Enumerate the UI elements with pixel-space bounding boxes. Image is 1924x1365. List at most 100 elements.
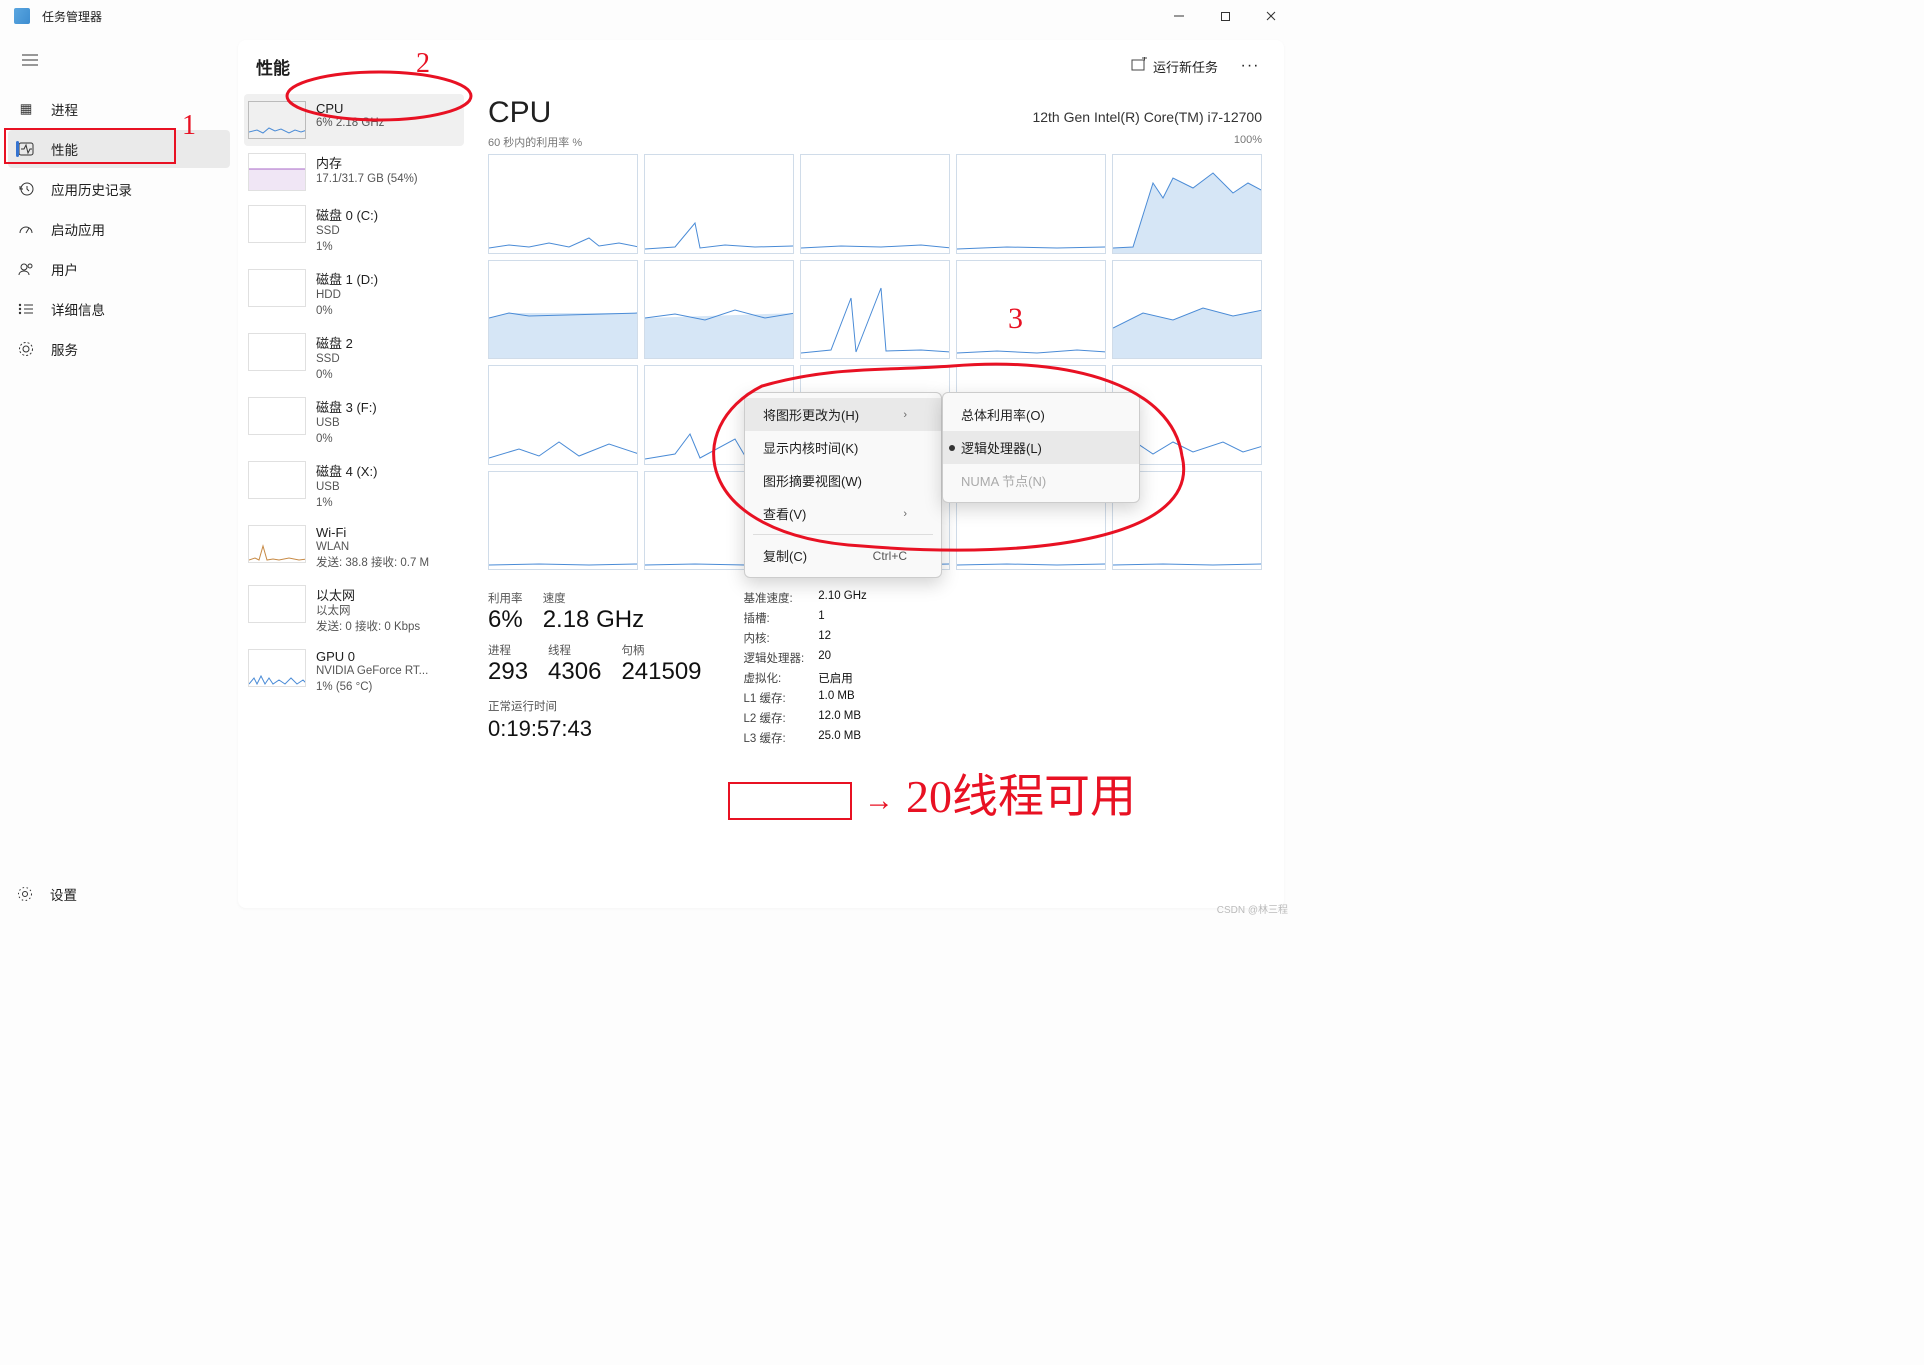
context-submenu: 总体利用率(O) 逻辑处理器(L) NUMA 节点(N) xyxy=(942,392,1140,503)
stat-value: 6% xyxy=(488,606,523,634)
perf-item-cpu[interactable]: CPU6% 2.18 GHz xyxy=(244,94,464,146)
detail-title: CPU xyxy=(488,96,551,130)
ctx-view[interactable]: 查看(V)› xyxy=(745,497,941,530)
cpu-core-cell xyxy=(488,260,638,360)
cpu-core-cell xyxy=(1112,260,1262,360)
mini-chart xyxy=(248,397,306,435)
window-controls xyxy=(1156,0,1294,32)
spec-label: L1 缓存: xyxy=(744,690,805,706)
perf-title: 磁盘 1 (D:) xyxy=(316,269,378,288)
ctx-logical-processors[interactable]: 逻辑处理器(L) xyxy=(943,431,1139,464)
uptime-label: 正常运行时间 xyxy=(488,698,702,714)
ctx-copy[interactable]: 复制(C)Ctrl+C xyxy=(745,539,941,572)
stat-label: 速度 xyxy=(543,590,644,606)
perf-item-disk1[interactable]: 磁盘 1 (D:)HDD0% xyxy=(244,262,464,326)
mini-chart-cpu xyxy=(248,101,306,139)
spec-label: 逻辑处理器: xyxy=(744,650,805,666)
spec-value: 已启用 xyxy=(818,670,867,686)
nav-performance[interactable]: 性能 xyxy=(8,130,230,168)
perf-item-ethernet[interactable]: 以太网以太网发送: 0 接收: 0 Kbps xyxy=(244,578,464,642)
perf-sub: 以太网 xyxy=(316,604,420,620)
perf-title: 磁盘 4 (X:) xyxy=(316,461,377,480)
chevron-right-icon: › xyxy=(903,508,907,520)
stat-label: 进程 xyxy=(488,642,528,658)
cpu-core-cell xyxy=(488,365,638,465)
perf-item-gpu0[interactable]: GPU 0NVIDIA GeForce RT...1% (56 °C) xyxy=(244,642,464,702)
perf-sub: 6% 2.18 GHz xyxy=(316,116,384,132)
chart-label: 60 秒内的利用率 % xyxy=(488,134,582,150)
ctx-summary-view[interactable]: 图形摘要视图(W) xyxy=(745,464,941,497)
list-icon xyxy=(17,300,35,318)
nav-label: 用户 xyxy=(51,259,78,279)
perf-title: 磁盘 3 (F:) xyxy=(316,397,377,416)
hamburger-button[interactable] xyxy=(10,42,50,78)
cpu-core-cell xyxy=(488,154,638,254)
nav-app-history[interactable]: 应用历史记录 xyxy=(8,170,230,208)
perf-title: 磁盘 2 xyxy=(316,333,353,352)
cpu-core-cell xyxy=(1112,154,1262,254)
stat-value: 293 xyxy=(488,658,528,686)
perf-item-disk2[interactable]: 磁盘 2SSD0% xyxy=(244,326,464,390)
pulse-icon xyxy=(17,140,35,158)
perf-sub: 1% xyxy=(316,240,378,256)
perf-sub: 1% xyxy=(316,496,377,512)
chevron-right-icon: › xyxy=(903,409,907,421)
minimize-button[interactable] xyxy=(1156,0,1202,32)
ctx-kernel-times[interactable]: 显示内核时间(K) xyxy=(745,431,941,464)
cpu-core-cell xyxy=(800,260,950,360)
sidebar: ▦ 进程 性能 应用历史记录 启动应用 用户 详细信息 xyxy=(0,32,238,918)
perf-item-wifi[interactable]: Wi-FiWLAN发送: 38.8 接收: 0.7 M xyxy=(244,518,464,578)
perf-sub: USB xyxy=(316,416,377,432)
app-title: 任务管理器 xyxy=(42,8,102,25)
run-task-icon xyxy=(1131,57,1147,76)
nav-startup[interactable]: 启动应用 xyxy=(8,210,230,248)
nav-services[interactable]: 服务 xyxy=(8,330,230,368)
perf-sub: 发送: 38.8 接收: 0.7 M xyxy=(316,556,429,572)
nav-processes[interactable]: ▦ 进程 xyxy=(8,90,230,128)
cpu-model: 12th Gen Intel(R) Core(TM) i7-12700 xyxy=(1032,109,1262,125)
history-icon xyxy=(17,180,35,198)
nav-label: 启动应用 xyxy=(51,219,105,239)
mini-chart xyxy=(248,585,306,623)
watermark: CSDN @林三程 xyxy=(1217,901,1288,916)
close-button[interactable] xyxy=(1248,0,1294,32)
spec-value: 1 xyxy=(818,610,867,626)
nav-label: 应用历史记录 xyxy=(51,179,132,199)
mini-chart-mem xyxy=(248,153,306,191)
nav-label: 详细信息 xyxy=(51,299,105,319)
perf-title: Wi-Fi xyxy=(316,525,429,540)
shortcut: Ctrl+C xyxy=(873,549,907,563)
nav-settings[interactable]: 设置 xyxy=(0,876,238,918)
nav-details[interactable]: 详细信息 xyxy=(8,290,230,328)
perf-sub: 0% xyxy=(316,368,353,384)
nav-users[interactable]: 用户 xyxy=(8,250,230,288)
perf-sub: HDD xyxy=(316,288,378,304)
spec-table: 基准速度:2.10 GHz 插槽:1 内核:12 逻辑处理器:20 虚拟化:已启… xyxy=(744,590,867,746)
ctx-separator xyxy=(753,534,933,535)
perf-item-memory[interactable]: 内存17.1/31.7 GB (54%) xyxy=(244,146,464,198)
bullet-icon xyxy=(949,445,955,451)
perf-item-disk4[interactable]: 磁盘 4 (X:)USB1% xyxy=(244,454,464,518)
context-menu: 将图形更改为(H)› 显示内核时间(K) 图形摘要视图(W) 查看(V)› 复制… xyxy=(744,392,942,578)
ctx-change-graph[interactable]: 将图形更改为(H)› xyxy=(745,398,941,431)
run-task-button[interactable]: 运行新任务 xyxy=(1123,53,1226,80)
spec-label: 插槽: xyxy=(744,610,805,626)
stat-label: 利用率 xyxy=(488,590,523,606)
spec-value: 12.0 MB xyxy=(818,710,867,726)
perf-item-disk3[interactable]: 磁盘 3 (F:)USB0% xyxy=(244,390,464,454)
app-icon xyxy=(14,8,30,24)
maximize-button[interactable] xyxy=(1202,0,1248,32)
perf-list[interactable]: CPU6% 2.18 GHz 内存17.1/31.7 GB (54%) 磁盘 0… xyxy=(238,92,470,908)
nav-label: 进程 xyxy=(51,99,78,119)
chart-max: 100% xyxy=(1234,134,1262,150)
ctx-overall[interactable]: 总体利用率(O) xyxy=(943,398,1139,431)
run-task-label: 运行新任务 xyxy=(1153,57,1218,76)
spec-label: L3 缓存: xyxy=(744,730,805,746)
perf-sub: USB xyxy=(316,480,377,496)
perf-sub: 发送: 0 接收: 0 Kbps xyxy=(316,620,420,636)
titlebar: 任务管理器 xyxy=(0,0,1294,32)
stat-label: 句柄 xyxy=(621,642,701,658)
perf-item-disk0[interactable]: 磁盘 0 (C:)SSD1% xyxy=(244,198,464,262)
more-button[interactable]: ··· xyxy=(1234,57,1266,75)
gauge-icon xyxy=(17,220,35,238)
